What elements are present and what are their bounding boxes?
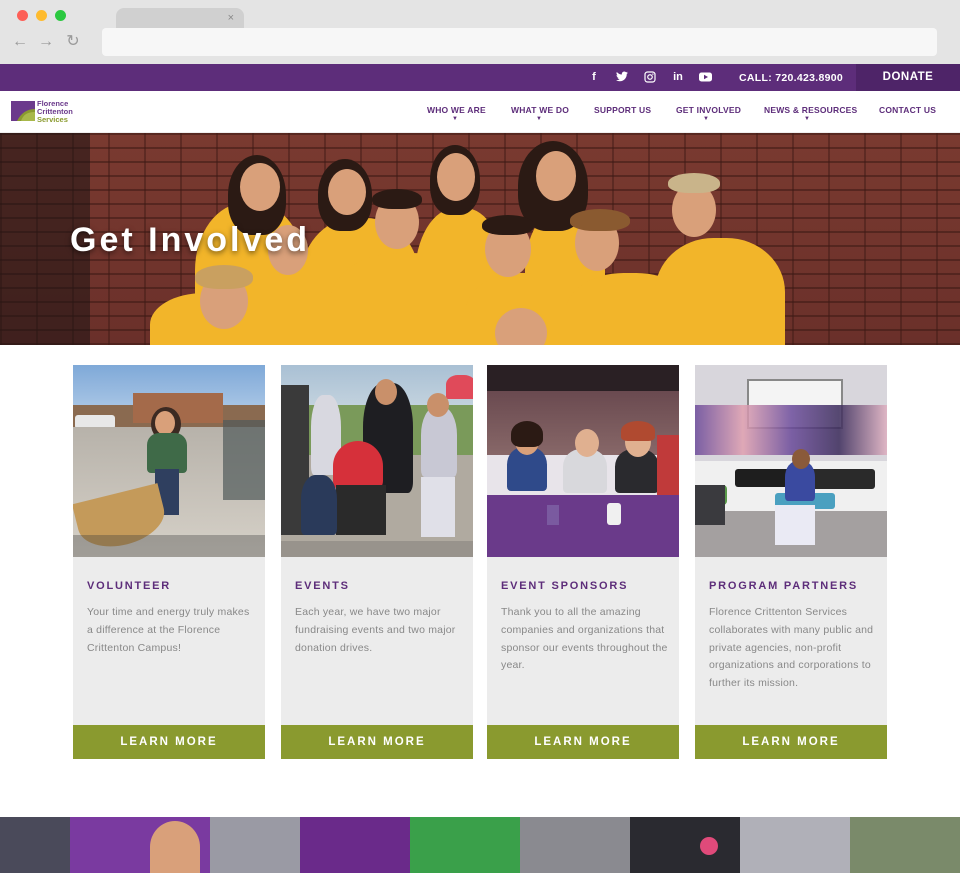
nav-contact-us[interactable]: CONTACT US xyxy=(879,105,936,115)
volunteer-cap xyxy=(668,173,720,193)
card-events: EVENTS Each year, we have two major fund… xyxy=(281,365,473,759)
forward-arrow-icon[interactable]: → xyxy=(37,32,55,52)
chevron-down-icon: ▼ xyxy=(536,116,542,122)
volunteer-hair xyxy=(372,189,422,209)
card-title: VOLUNTEER xyxy=(87,580,172,592)
card-description: Florence Crittenton Services collaborate… xyxy=(709,606,874,690)
volunteer-photo xyxy=(73,365,265,557)
bottom-photo-banner xyxy=(0,817,960,873)
card-description: Your time and energy truly makes a diffe… xyxy=(87,606,250,654)
florence-crittenton-logo[interactable]: Florence Crittenton Services xyxy=(11,99,87,125)
card-title: PROGRAM PARTNERS xyxy=(709,580,858,592)
card-title: EVENT SPONSORS xyxy=(501,580,629,592)
learn-more-partners-button[interactable]: LEARN MORE xyxy=(695,725,887,759)
reload-icon[interactable]: ↻ xyxy=(64,32,82,52)
nav-get-involved[interactable]: GET INVOLVED xyxy=(676,105,741,115)
volunteer-hair xyxy=(570,209,630,231)
logo-line-3: Services xyxy=(37,115,68,124)
youtube-icon[interactable] xyxy=(698,70,712,84)
card-volunteer: VOLUNTEER Your time and energy truly mak… xyxy=(73,365,265,759)
card-program-partners: PROGRAM PARTNERS Florence Crittenton Ser… xyxy=(695,365,887,759)
program-partners-photo xyxy=(695,365,887,557)
browser-tab[interactable]: × xyxy=(116,8,244,28)
donate-button[interactable]: DONATE xyxy=(856,64,960,91)
volunteer-face xyxy=(536,151,576,201)
chevron-down-icon: ▼ xyxy=(703,116,709,122)
volunteer-face xyxy=(328,169,366,215)
nav-who-we-are[interactable]: WHO WE ARE xyxy=(427,105,486,115)
chevron-down-icon: ▼ xyxy=(804,116,810,122)
twitter-icon[interactable] xyxy=(615,70,629,84)
back-arrow-icon[interactable]: ← xyxy=(11,32,29,52)
volunteer-hair xyxy=(195,265,253,289)
page-title: Get Involved xyxy=(70,221,311,259)
events-photo xyxy=(281,365,473,557)
close-window-button[interactable] xyxy=(17,10,28,21)
address-bar[interactable] xyxy=(102,28,937,56)
volunteer-hair xyxy=(482,215,534,235)
logo-wordmark: Florence Crittenton Services xyxy=(37,100,73,124)
nav-support-us[interactable]: SUPPORT US xyxy=(594,105,651,115)
learn-more-events-button[interactable]: LEARN MORE xyxy=(281,725,473,759)
tab-close-icon[interactable]: × xyxy=(228,11,234,25)
instagram-icon[interactable] xyxy=(643,70,657,84)
event-sponsors-photo xyxy=(487,365,679,557)
logo-mark-icon xyxy=(11,101,35,121)
volunteer-figure xyxy=(655,238,785,345)
card-event-sponsors: EVENT SPONSORS Thank you to all the amaz… xyxy=(487,365,679,759)
card-description: Thank you to all the amazing companies a… xyxy=(501,606,668,672)
card-description: Each year, we have two major fundraising… xyxy=(295,606,456,654)
maximize-window-button[interactable] xyxy=(55,10,66,21)
main-navigation: Florence Crittenton Services WHO WE ARE … xyxy=(0,91,960,133)
learn-more-sponsors-button[interactable]: LEARN MORE xyxy=(487,725,679,759)
call-phone-link[interactable]: CALL: 720.423.8900 xyxy=(739,71,843,85)
chevron-down-icon: ▼ xyxy=(452,116,458,122)
learn-more-volunteer-button[interactable]: LEARN MORE xyxy=(73,725,265,759)
volunteer-face xyxy=(437,153,475,201)
facebook-icon[interactable]: f xyxy=(587,70,601,84)
nav-news-resources[interactable]: NEWS & RESOURCES xyxy=(764,105,857,115)
volunteer-face xyxy=(240,163,280,211)
utility-bar: f in CALL: 720.423.8900 DONATE xyxy=(0,64,960,91)
minimize-window-button[interactable] xyxy=(36,10,47,21)
card-title: EVENTS xyxy=(295,580,350,592)
browser-chrome: × ← → ↻ xyxy=(0,0,960,64)
hero-banner: Get Involved xyxy=(0,133,960,345)
nav-what-we-do[interactable]: WHAT WE DO xyxy=(511,105,569,115)
linkedin-icon[interactable]: in xyxy=(671,70,685,84)
